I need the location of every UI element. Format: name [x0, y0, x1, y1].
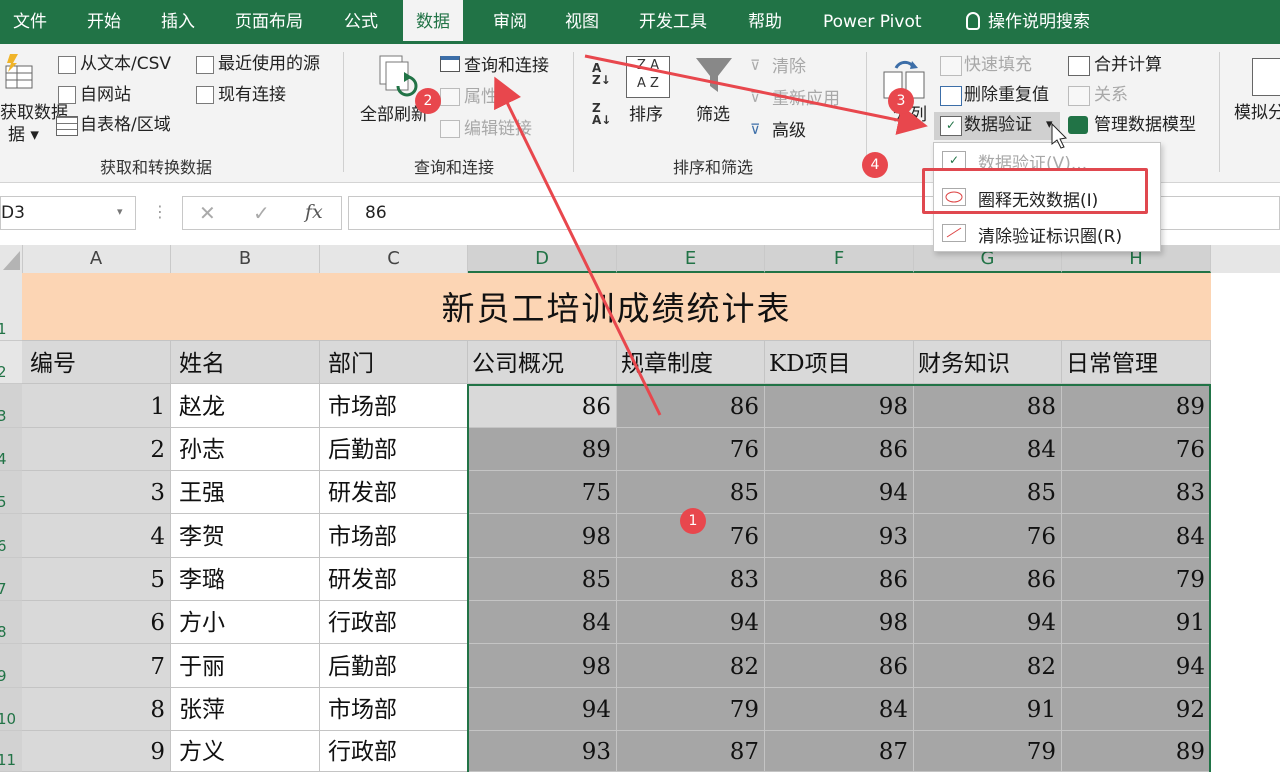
arrow-1-to-2 [494, 76, 662, 416]
callout-badge: 1 [680, 508, 706, 534]
callout-badge: 3 [888, 88, 914, 114]
callout-badge: 4 [862, 152, 888, 178]
arrow-to-3 [584, 54, 928, 135]
annotation-arrows [494, 54, 1068, 416]
mouse-cursor-icon [1051, 122, 1068, 149]
callout-badge: 2 [415, 88, 441, 114]
